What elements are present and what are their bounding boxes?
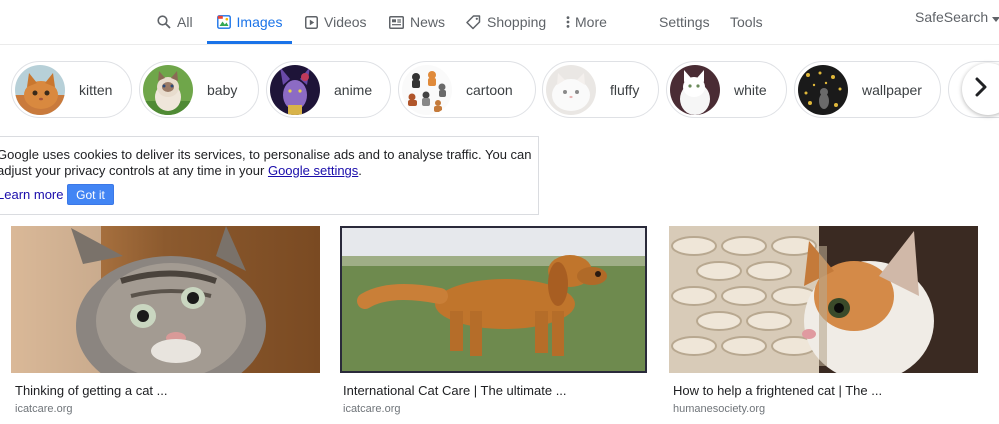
tab-label: All [177, 14, 193, 30]
tab-videos[interactable]: Videos [305, 0, 367, 44]
tab-images[interactable]: Images [207, 0, 292, 44]
tab-all[interactable]: All [157, 0, 193, 44]
tools-link[interactable]: Tools [730, 0, 763, 44]
chip-thumbnail [546, 64, 596, 115]
tag-icon [466, 14, 481, 30]
play-icon [305, 15, 318, 29]
cookie-text-suffix: . [358, 163, 362, 178]
tab-label: More [575, 14, 607, 30]
result-title[interactable]: How to help a frightened cat | The ... [673, 383, 882, 398]
chip-thumbnail [143, 64, 193, 115]
chip-kitten[interactable]: kitten [11, 61, 132, 118]
chip-label: anime [334, 81, 373, 98]
chip-anime[interactable]: anime [266, 61, 391, 118]
image-result[interactable]: International Cat Care | The ultimate ..… [340, 226, 647, 415]
got-it-button[interactable]: Got it [67, 184, 114, 205]
image-result[interactable]: Thinking of getting a cat ... icatcare.o… [11, 226, 320, 415]
chip-label: baby [207, 81, 238, 98]
more-vert-icon [566, 16, 570, 28]
cookie-text-line-1: Google uses cookies to deliver its servi… [0, 147, 532, 162]
tab-label: Videos [324, 14, 367, 30]
tab-label: Images [236, 14, 283, 30]
result-site: icatcare.org [15, 403, 73, 415]
tab-news[interactable]: News [389, 0, 445, 44]
result-thumbnail[interactable] [11, 226, 320, 373]
chip-thumbnail [270, 64, 320, 115]
cookie-message: Google uses cookies to deliver its servi… [0, 147, 537, 179]
tab-label: Shopping [487, 14, 547, 30]
chip-label: kitten [79, 81, 113, 98]
result-thumbnail[interactable] [669, 226, 978, 373]
caret-down-icon [992, 9, 999, 25]
search-tabs-bar: All Images Videos News Shopping More Set… [0, 0, 999, 45]
chip-label: fluffy [610, 81, 640, 98]
safesearch-menu[interactable]: SafeSearch [915, 0, 999, 39]
google-settings-link[interactable]: Google settings [268, 163, 358, 178]
settings-link[interactable]: Settings [659, 0, 710, 44]
news-icon [389, 15, 404, 29]
chip-thumbnail [798, 64, 848, 115]
chip-cartoon[interactable]: cartoon [398, 61, 536, 118]
safesearch-label: SafeSearch [915, 9, 989, 25]
chip-thumbnail [402, 64, 452, 115]
result-title[interactable]: Thinking of getting a cat ... [15, 383, 167, 398]
active-tab-indicator [207, 41, 292, 44]
tab-shopping[interactable]: Shopping [466, 0, 546, 44]
result-site: icatcare.org [343, 403, 401, 415]
cookie-banner: Google uses cookies to deliver its servi… [0, 136, 539, 215]
result-thumbnail[interactable] [340, 226, 647, 373]
chip-wallpaper[interactable]: wallpaper [794, 61, 941, 118]
chip-fluffy[interactable]: fluffy [542, 61, 659, 118]
result-title[interactable]: International Cat Care | The ultimate ..… [343, 383, 567, 398]
chip-baby[interactable]: baby [139, 61, 259, 118]
chip-label: cartoon [466, 81, 513, 98]
cookie-text-prefix: adjust your privacy controls at any time… [0, 163, 268, 178]
search-icon [157, 15, 171, 29]
learn-more-link[interactable]: Learn more [0, 187, 63, 202]
chip-label: white [734, 81, 767, 98]
image-icon [216, 15, 231, 29]
chip-label: wallpaper [862, 81, 922, 98]
chevron-right-icon [962, 77, 987, 102]
result-site: humanesociety.org [673, 403, 766, 415]
chip-white[interactable]: white [666, 61, 787, 118]
chip-thumbnail [670, 64, 720, 115]
chip-thumbnail [15, 64, 65, 115]
image-result[interactable]: How to help a frightened cat | The ... h… [669, 226, 978, 415]
tab-label: News [410, 14, 446, 30]
cookie-text-line-2: adjust your privacy controls at any time… [0, 163, 537, 179]
tab-more[interactable]: More [566, 0, 607, 44]
